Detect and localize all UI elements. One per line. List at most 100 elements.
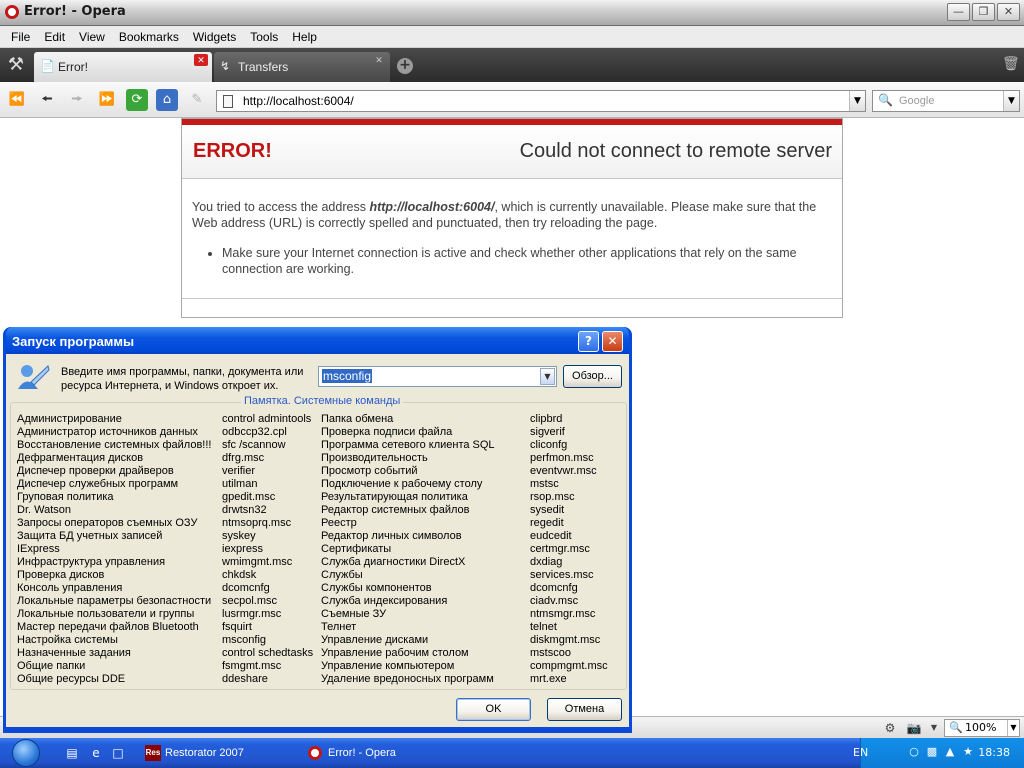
command-value: dxdiag [530, 556, 563, 568]
opera-icon [308, 746, 322, 760]
command-value: secpol.msc [222, 595, 278, 607]
chevron-down-icon[interactable]: ▼ [540, 368, 555, 385]
search-box[interactable]: 🔍 Google ▼ [872, 90, 1020, 112]
camera-icon[interactable]: 📷 [906, 720, 922, 736]
language-indicator[interactable]: EN [853, 746, 868, 759]
command-value: control schedtasks [222, 647, 314, 659]
command-name: Локальные пользователи и группы [17, 608, 195, 620]
command-name: Съемные ЗУ [321, 608, 387, 620]
command-name: Груповая политика [17, 491, 114, 503]
menu-tools[interactable]: Tools [243, 30, 285, 44]
zoom-value: 100% [965, 721, 997, 734]
menu-help[interactable]: Help [285, 30, 324, 44]
command-name: Администратор источников данных [17, 426, 198, 438]
quick-launch-icon[interactable]: □ [110, 745, 126, 761]
command-name: Службы [321, 569, 363, 581]
show-desktop-icon[interactable]: ▤ [64, 745, 80, 761]
rewind-icon[interactable]: ⏪ [6, 89, 28, 111]
window-titlebar[interactable]: Error! - Opera — ❐ ✕ [0, 0, 1024, 26]
menu-widgets[interactable]: Widgets [186, 30, 243, 44]
close-tab-icon[interactable]: ✕ [194, 54, 208, 66]
command-value: telnet [530, 621, 557, 633]
menu-bookmarks[interactable]: Bookmarks [112, 30, 186, 44]
back-icon[interactable]: 🠘 [36, 89, 58, 111]
command-value: syskey [222, 530, 256, 542]
minimize-button[interactable]: — [947, 3, 970, 21]
new-tab-icon[interactable]: + [397, 58, 413, 74]
command-name: Подключение к рабочему столу [321, 478, 483, 490]
command-name: Общие папки [17, 660, 86, 672]
command-name: Диспечер служебных программ [17, 478, 179, 490]
close-dialog-button[interactable]: ✕ [602, 331, 623, 352]
command-value: drwtsn32 [222, 504, 267, 516]
chevron-down-icon[interactable]: ▼ [1007, 720, 1019, 736]
command-values-column-1: control admintools odbccp32.cpl sfc /scann… [222, 413, 313, 686]
command-value: chkdsk [222, 569, 257, 581]
menu-file[interactable]: File [4, 30, 37, 44]
zoom-control[interactable]: 🔍 100% ▼ [944, 719, 1020, 737]
tab-bar: ⚒ 📄 Error! ✕ ↯ Transfers ✕ + 🗑 [0, 48, 1024, 82]
message-pre: You tried to access the address [192, 200, 370, 214]
reload-icon[interactable]: ⟳ [126, 89, 148, 111]
command-value: ddeshare [222, 673, 268, 685]
start-button[interactable] [12, 739, 40, 767]
search-input[interactable]: Google [899, 95, 934, 107]
trash-icon[interactable]: 🗑 [1002, 56, 1020, 74]
tray-tool-icon[interactable]: ★ [961, 745, 975, 759]
tray-status-icon[interactable]: ▲ [943, 745, 957, 759]
window-title: Error! - Opera [24, 4, 126, 19]
chevron-down-icon[interactable]: ▼ [926, 720, 942, 736]
command-value: dcomcnfg [222, 582, 270, 594]
network-icon[interactable]: ▩ [925, 745, 939, 759]
internet-explorer-icon[interactable]: e [88, 745, 104, 761]
command-name: IExpress [17, 543, 60, 555]
forward-icon[interactable]: 🠚 [66, 89, 88, 111]
command-value: mstscoo [530, 647, 571, 659]
ok-button[interactable]: OK [456, 698, 531, 721]
restore-button[interactable]: ❐ [972, 3, 995, 21]
close-tab-icon[interactable]: ✕ [372, 54, 386, 66]
error-message: You tried to access the address http://l… [192, 199, 832, 231]
command-value: iexpress [222, 543, 263, 555]
menu-edit[interactable]: Edit [37, 30, 72, 44]
task-opera[interactable]: Error! - Opera [308, 742, 396, 764]
chevron-down-icon[interactable]: ▼ [1003, 91, 1019, 111]
home-icon[interactable]: ⌂ [156, 89, 178, 111]
tools-panel-icon[interactable]: ⚒ [4, 54, 28, 76]
chevron-down-icon[interactable]: ▼ [849, 91, 865, 111]
message-address[interactable]: http://localhost:6004/ [369, 200, 494, 214]
command-value: gpedit.msc [222, 491, 276, 503]
speed-dial-icon[interactable]: ⚙ [882, 720, 898, 736]
window-controls: — ❐ ✕ [947, 3, 1020, 21]
address-bar[interactable]: http://localhost:6004/ ▼ [216, 90, 866, 112]
error-heading: ERROR! [193, 140, 272, 162]
tray-app-icon[interactable]: ○ [907, 745, 921, 759]
cancel-button[interactable]: Отмена [547, 698, 622, 721]
open-combobox[interactable]: msconfig ▼ [318, 366, 557, 387]
close-window-button[interactable]: ✕ [997, 3, 1020, 21]
open-input[interactable]: msconfig [322, 369, 373, 383]
run-dialog: Запуск программы ? ✕ Введите имя програм… [3, 327, 632, 733]
edit-pen-icon[interactable]: ✎ [186, 89, 208, 111]
command-name: Настройка системы [17, 634, 118, 646]
command-value: sysedit [530, 504, 565, 516]
tab-error[interactable]: 📄 Error! ✕ [34, 52, 212, 82]
address-input[interactable]: http://localhost:6004/ [243, 94, 354, 108]
task-restorator[interactable]: Res Restorator 2007 [145, 742, 244, 764]
command-name: Службы компонентов [321, 582, 432, 594]
run-dialog-titlebar[interactable]: Запуск программы ? ✕ [6, 327, 629, 354]
menu-view[interactable]: View [72, 30, 112, 44]
fast-forward-icon[interactable]: ⏩ [96, 89, 118, 111]
command-name: Телнет [321, 621, 357, 633]
command-name: Диспечер проверки драйверов [17, 465, 174, 477]
transfers-icon: ↯ [220, 59, 231, 73]
command-value: services.msc [530, 569, 594, 581]
command-name: Консоль управления [17, 582, 123, 594]
command-name: Dr. Watson [17, 504, 71, 516]
help-button[interactable]: ? [578, 331, 599, 352]
browse-button[interactable]: Обзор... [563, 365, 622, 388]
command-value: compmgmt.msc [530, 660, 608, 672]
command-name: Сертификаты [321, 543, 392, 555]
zoom-icon: 🔍 [949, 721, 963, 734]
tab-transfers[interactable]: ↯ Transfers ✕ [214, 52, 390, 82]
